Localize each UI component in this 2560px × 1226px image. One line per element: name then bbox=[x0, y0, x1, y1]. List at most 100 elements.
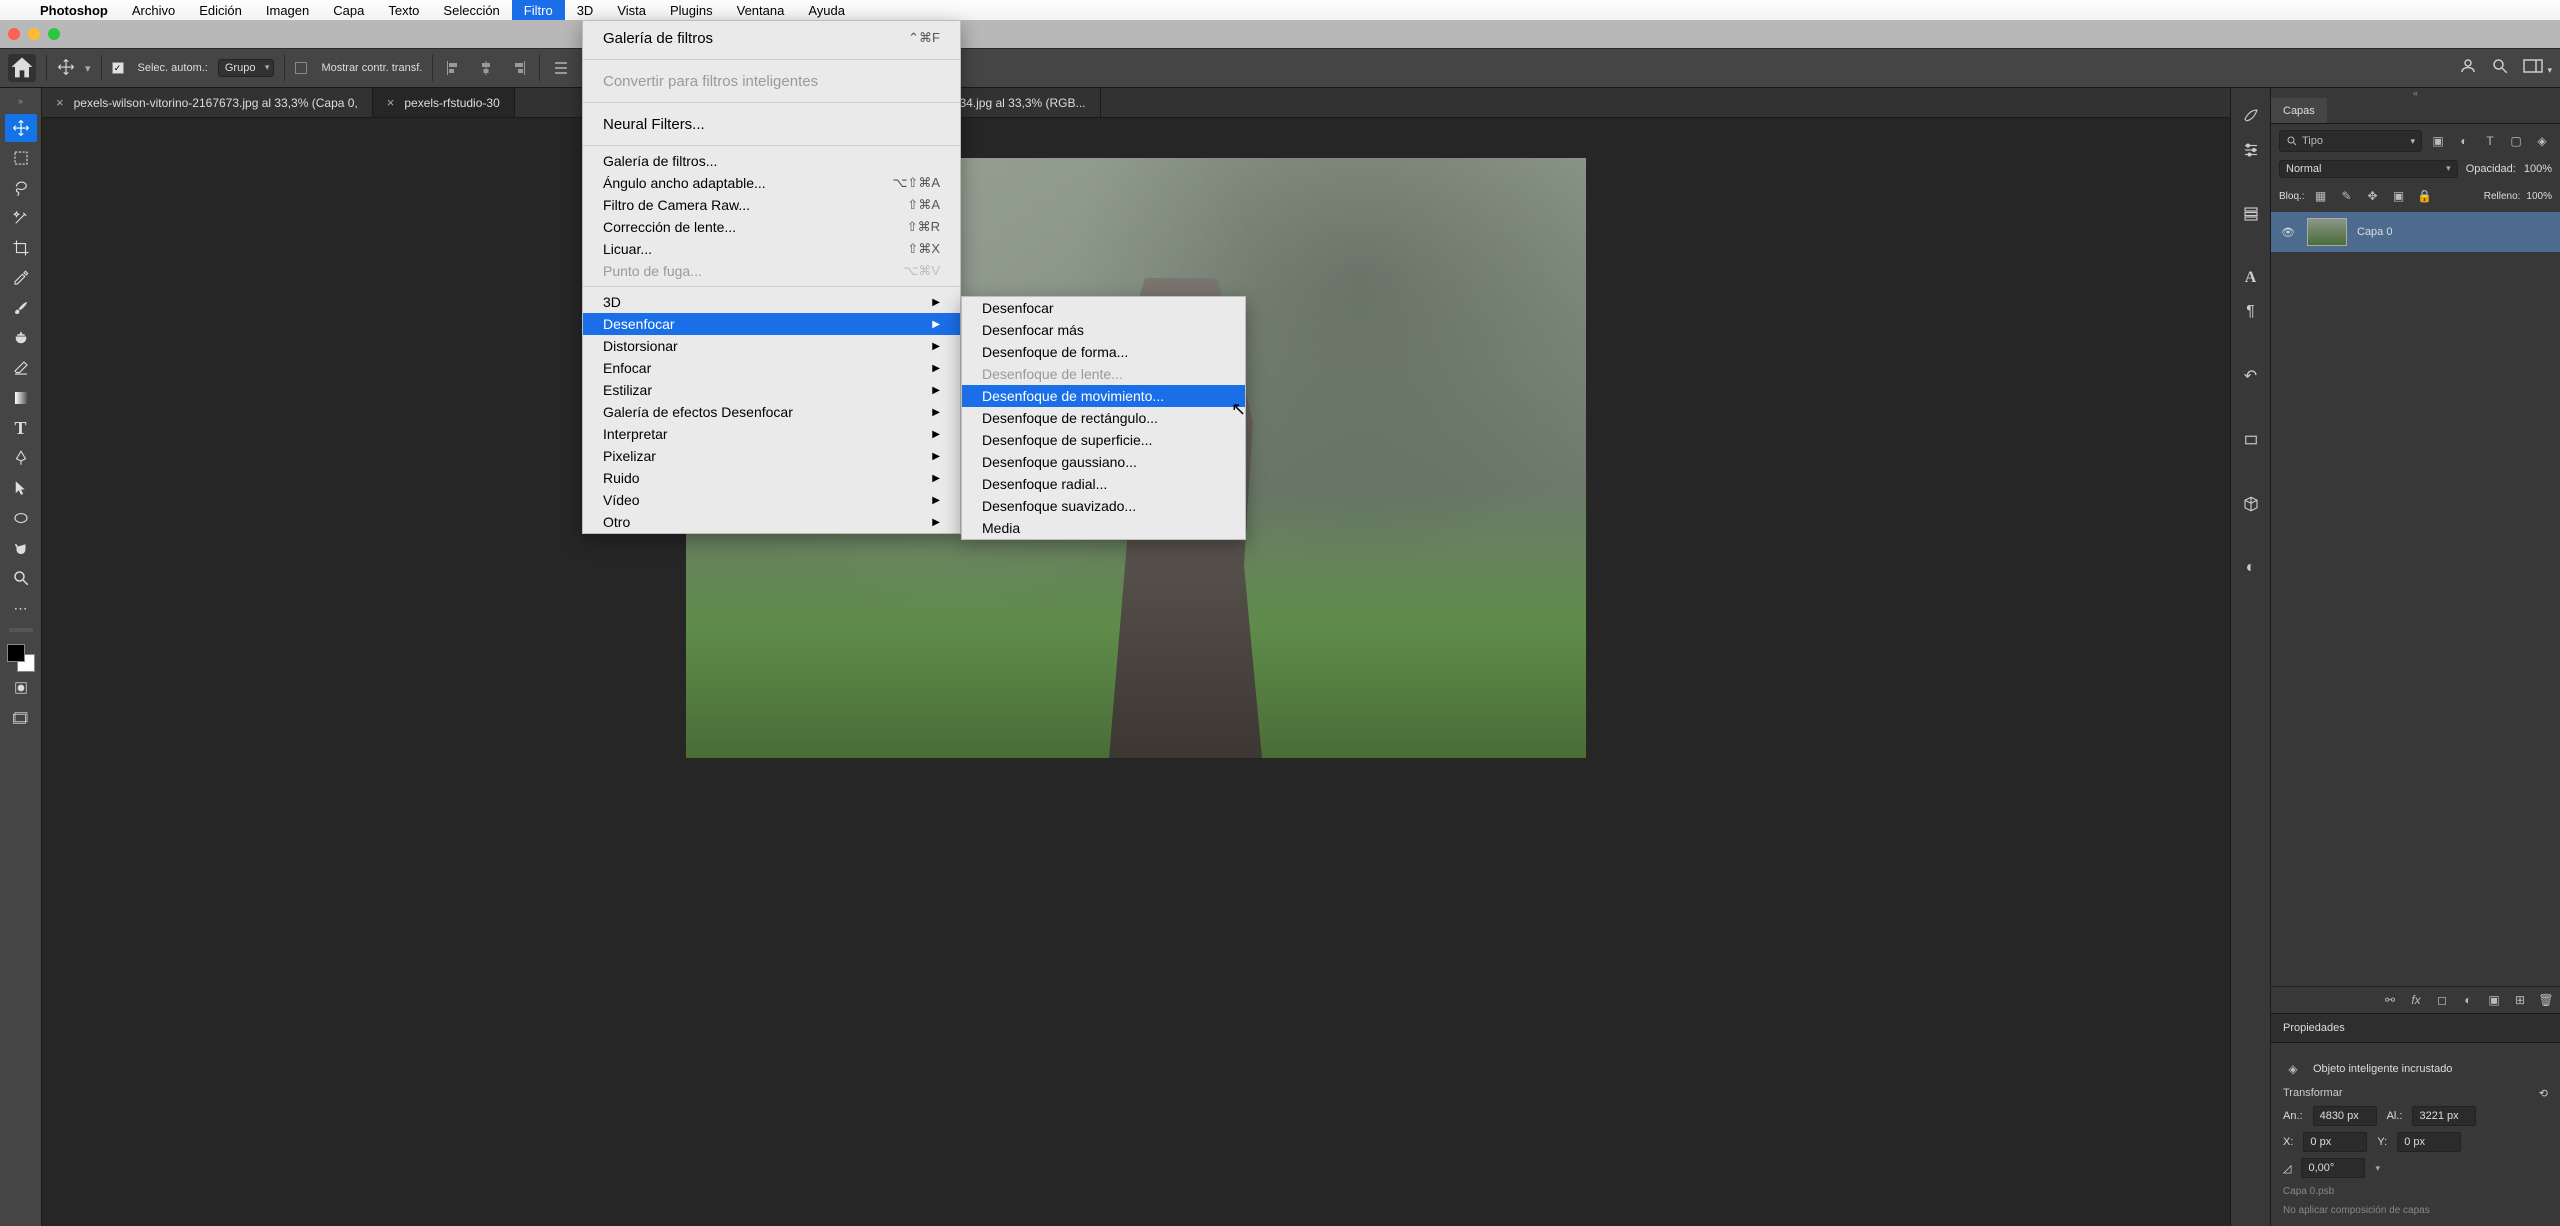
crop-tool[interactable] bbox=[5, 234, 37, 262]
blur-10[interactable]: Media bbox=[962, 517, 1245, 539]
auto-select-dropdown[interactable]: Grupo bbox=[218, 59, 275, 77]
fill-value[interactable]: 100% bbox=[2526, 191, 2552, 202]
lock-position-icon[interactable]: ✥ bbox=[2363, 186, 2383, 206]
edit-toolbar-icon[interactable]: ⋯ bbox=[5, 594, 37, 622]
filter-gallery[interactable]: Galería de filtros... bbox=[583, 150, 960, 172]
layer-name[interactable]: Capa 0 bbox=[2357, 226, 2392, 238]
tab-1[interactable]: ×pexels-wilson-vitorino-2167673.jpg al 3… bbox=[42, 88, 373, 117]
liquify[interactable]: Licuar...⇧⌘X bbox=[583, 238, 960, 260]
blur-8[interactable]: Desenfoque radial... bbox=[962, 473, 1245, 495]
swatches-panel-icon[interactable]: ◐ bbox=[2239, 556, 2263, 580]
layer-thumbnail[interactable] bbox=[2307, 218, 2347, 246]
move-tool[interactable] bbox=[5, 114, 37, 142]
blur-7[interactable]: Desenfoque gaussiano... bbox=[962, 451, 1245, 473]
filtro-dropdown[interactable]: Galería de filtros⌃⌘F Convertir para fil… bbox=[582, 20, 961, 534]
eraser-tool[interactable] bbox=[5, 354, 37, 382]
menu-texto[interactable]: Texto bbox=[376, 0, 431, 20]
reset-transform-icon[interactable]: ⟲ bbox=[2539, 1087, 2548, 1100]
adaptive-wide-angle[interactable]: Ángulo ancho adaptable...⌥⇧⌘A bbox=[583, 172, 960, 194]
filter-image-icon[interactable]: ▣ bbox=[2428, 131, 2448, 151]
eyedropper-tool[interactable] bbox=[5, 264, 37, 292]
brush-panel-icon[interactable] bbox=[2239, 104, 2263, 128]
auto-select-checkbox[interactable]: ✓ bbox=[112, 62, 124, 74]
shape-tool[interactable] bbox=[5, 504, 37, 532]
menu-edicion[interactable]: Edición bbox=[187, 0, 254, 20]
lens-correction[interactable]: Corrección de lente...⇧⌘R bbox=[583, 216, 960, 238]
mac-menubar[interactable]: Photoshop Archivo Edición Imagen Capa Te… bbox=[0, 0, 2560, 20]
marquee-tool[interactable] bbox=[5, 144, 37, 172]
show-transform-checkbox[interactable] bbox=[295, 62, 307, 74]
submenu-enfocar[interactable]: Enfocar▶ bbox=[583, 357, 960, 379]
close-tab-icon[interactable]: × bbox=[56, 95, 64, 110]
lock-artboard-icon[interactable]: ▣ bbox=[2389, 186, 2409, 206]
libraries-panel-icon[interactable] bbox=[2239, 202, 2263, 226]
submenu-desenfocar[interactable]: Desenfocar▶ bbox=[583, 313, 960, 335]
y-field[interactable]: 0 px bbox=[2397, 1132, 2461, 1152]
distribute-icon[interactable] bbox=[550, 57, 572, 79]
path-selection-tool[interactable] bbox=[5, 474, 37, 502]
tool-preset-dropdown[interactable]: ▾ bbox=[85, 62, 91, 75]
align-center-h-icon[interactable] bbox=[475, 57, 497, 79]
menu-ayuda[interactable]: Ayuda bbox=[796, 0, 857, 20]
menu-seleccion[interactable]: Selección bbox=[431, 0, 511, 20]
submenu-3d[interactable]: 3D▶ bbox=[583, 291, 960, 313]
adjustments-panel-icon[interactable] bbox=[2239, 138, 2263, 162]
blur-0[interactable]: Desenfocar bbox=[962, 297, 1245, 319]
minimize-window-icon[interactable] bbox=[28, 28, 40, 40]
camera-raw-filter[interactable]: Filtro de Camera Raw...⇧⌘A bbox=[583, 194, 960, 216]
zoom-tool[interactable] bbox=[5, 564, 37, 592]
submenu-video[interactable]: Vídeo▶ bbox=[583, 489, 960, 511]
quick-mask-icon[interactable] bbox=[5, 674, 37, 702]
link-layers-icon[interactable]: ⚯ bbox=[2382, 993, 2398, 1007]
blend-mode-dropdown[interactable]: Normal bbox=[2279, 160, 2458, 178]
layers-tab[interactable]: Capas bbox=[2271, 98, 2327, 123]
undo-panel-icon[interactable]: ↶ bbox=[2239, 364, 2263, 388]
submenu-pixelizar[interactable]: Pixelizar▶ bbox=[583, 445, 960, 467]
lasso-tool[interactable] bbox=[5, 174, 37, 202]
desenfocar-submenu[interactable]: DesenfocarDesenfocar másDesenfoque de fo… bbox=[961, 296, 1246, 540]
x-field[interactable]: 0 px bbox=[2303, 1132, 2367, 1152]
layer-filter-dropdown[interactable]: Tipo ▾ bbox=[2279, 130, 2422, 152]
screen-mode-icon[interactable] bbox=[5, 704, 37, 732]
hand-tool[interactable] bbox=[5, 534, 37, 562]
foreground-background-color[interactable] bbox=[7, 644, 35, 672]
menu-plugins[interactable]: Plugins bbox=[658, 0, 725, 20]
tab-2[interactable]: ×pexels-rfstudio-30 bbox=[373, 88, 515, 117]
submenu-ruido[interactable]: Ruido▶ bbox=[583, 467, 960, 489]
filter-type-icon[interactable]: T bbox=[2480, 131, 2500, 151]
move-tool-icon[interactable] bbox=[57, 58, 75, 79]
share-icon[interactable] bbox=[2459, 57, 2477, 79]
submenu-estilizar[interactable]: Estilizar▶ bbox=[583, 379, 960, 401]
menu-3d[interactable]: 3D bbox=[565, 0, 606, 20]
lock-brush-icon[interactable]: ✎ bbox=[2337, 186, 2357, 206]
layer-visibility-icon[interactable]: 👁 bbox=[2279, 226, 2297, 239]
blur-6[interactable]: Desenfoque de superficie... bbox=[962, 429, 1245, 451]
magic-wand-tool[interactable] bbox=[5, 204, 37, 232]
paragraph-panel-icon[interactable]: ¶ bbox=[2239, 300, 2263, 324]
blur-9[interactable]: Desenfoque suavizado... bbox=[962, 495, 1245, 517]
filter-adjustment-icon[interactable]: ◐ bbox=[2454, 131, 2474, 151]
3d-panel-icon[interactable] bbox=[2239, 492, 2263, 516]
close-tab-icon[interactable]: × bbox=[387, 95, 395, 110]
home-button[interactable] bbox=[8, 54, 36, 82]
angle-field[interactable]: 0,00° bbox=[2301, 1158, 2365, 1178]
menu-ventana[interactable]: Ventana bbox=[725, 0, 797, 20]
submenu-blur-gallery[interactable]: Galería de efectos Desenfocar▶ bbox=[583, 401, 960, 423]
blur-1[interactable]: Desenfocar más bbox=[962, 319, 1245, 341]
layer-row[interactable]: 👁 Capa 0 bbox=[2271, 212, 2560, 252]
menu-filtro[interactable]: Filtro bbox=[512, 0, 565, 20]
fx-icon[interactable]: fx bbox=[2408, 993, 2424, 1007]
blur-4[interactable]: Desenfoque de movimiento... bbox=[962, 385, 1245, 407]
filter-smartobj-icon[interactable]: ◈ bbox=[2532, 131, 2552, 151]
filter-shape-icon[interactable]: ▢ bbox=[2506, 131, 2526, 151]
align-left-icon[interactable] bbox=[443, 57, 465, 79]
height-field[interactable]: 3221 px bbox=[2412, 1106, 2476, 1126]
lock-pixels-icon[interactable]: ▦ bbox=[2311, 186, 2331, 206]
adjustment-layer-icon[interactable]: ◐ bbox=[2460, 993, 2476, 1007]
lock-all-icon[interactable]: 🔒 bbox=[2415, 186, 2435, 206]
align-right-icon[interactable] bbox=[507, 57, 529, 79]
menu-vista[interactable]: Vista bbox=[605, 0, 658, 20]
menu-capa[interactable]: Capa bbox=[321, 0, 376, 20]
collapse-handle[interactable]: » bbox=[0, 96, 41, 108]
type-tool[interactable]: T bbox=[5, 414, 37, 442]
